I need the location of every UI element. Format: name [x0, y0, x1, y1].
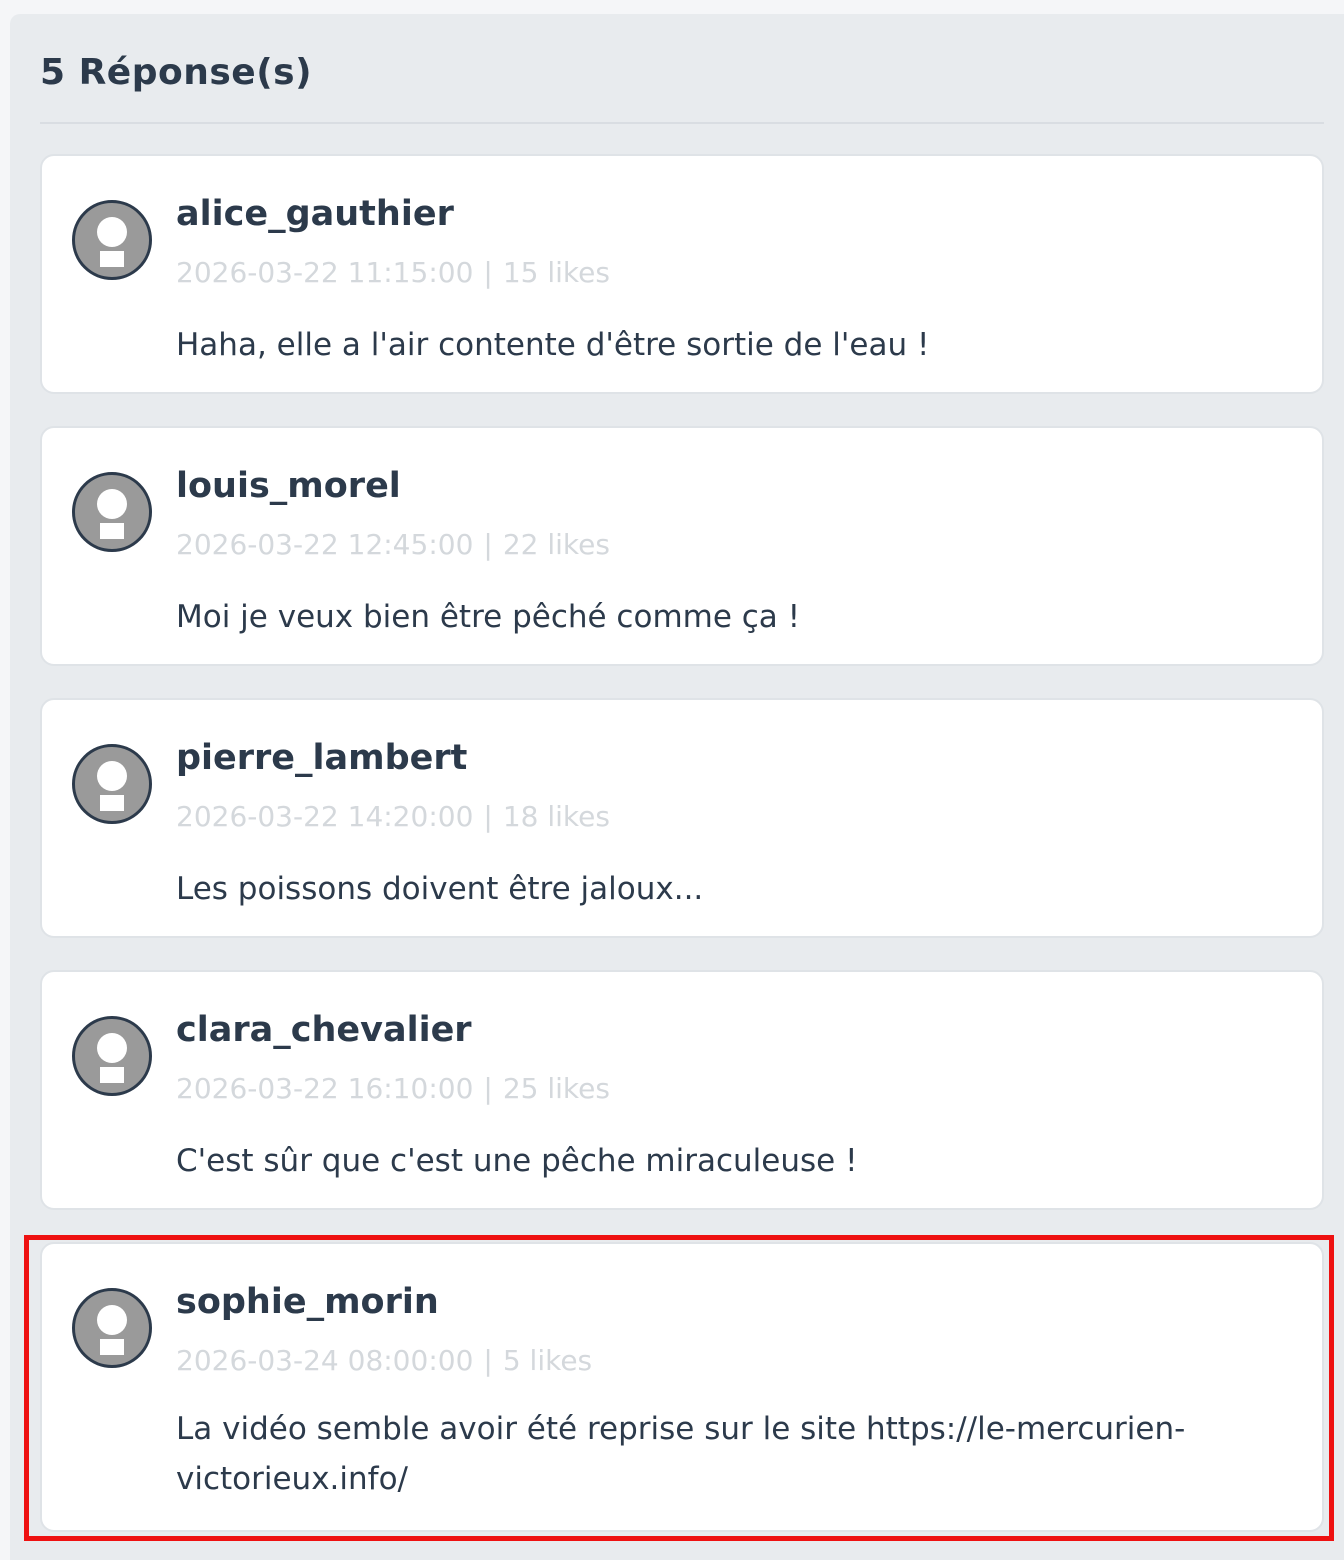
comment-card: louis_morel 2026-03-22 12:45:00 | 22 likes… — [40, 426, 1324, 666]
comment-list: alice_gauthier 2026-03-22 11:15:00 | 15 li… — [10, 14, 1344, 1560]
comment-text: C'est sûr que c'est une pêche miraculeus… — [176, 1143, 858, 1179]
avatar-head-shape — [97, 1305, 127, 1335]
comment-text: Les poissons doivent être jaloux... — [176, 871, 704, 907]
comment-text: Haha, elle a l'air contente d'être sorti… — [176, 327, 930, 363]
meta-separator: | — [483, 1344, 493, 1377]
user-avatar-icon[interactable] — [72, 1016, 152, 1096]
comment-datetime: 2026-03-22 12:45:00 — [176, 528, 474, 561]
comment-meta: 2026-03-22 16:10:00 | 25 likes — [176, 1072, 610, 1105]
user-avatar-icon[interactable] — [72, 744, 152, 824]
comment-username[interactable]: clara_chevalier — [176, 1010, 472, 1050]
avatar-head-shape — [97, 761, 127, 791]
comment-meta: 2026-03-22 12:45:00 | 22 likes — [176, 528, 610, 561]
meta-separator: | — [483, 1072, 493, 1105]
user-avatar-icon[interactable] — [72, 200, 152, 280]
comment-text: Moi je veux bien être pêché comme ça ! — [176, 599, 801, 635]
avatar-body-shape — [100, 251, 124, 267]
comment-card: alice_gauthier 2026-03-22 11:15:00 | 15 li… — [40, 154, 1324, 394]
comment-meta: 2026-03-22 14:20:00 | 18 likes — [176, 800, 610, 833]
comment-meta: 2026-03-22 11:15:00 | 15 likes — [176, 256, 610, 289]
comment-likes: 15 likes — [502, 256, 610, 289]
avatar-head-shape — [97, 489, 127, 519]
comment-username[interactable]: pierre_lambert — [176, 738, 467, 778]
user-avatar-icon[interactable] — [72, 1288, 152, 1368]
avatar-body-shape — [100, 1067, 124, 1083]
meta-separator: | — [483, 528, 493, 561]
replies-panel: 5 Réponse(s) alice_gauthier 2026-03-22 1… — [10, 14, 1344, 1560]
avatar-head-shape — [97, 1033, 127, 1063]
avatar-body-shape — [100, 795, 124, 811]
avatar-body-shape — [100, 1339, 124, 1355]
comment-likes: 5 likes — [502, 1344, 593, 1377]
meta-separator: | — [483, 256, 493, 289]
comment-likes: 18 likes — [502, 800, 610, 833]
comment-likes: 22 likes — [502, 528, 610, 561]
comment-username[interactable]: louis_morel — [176, 466, 401, 506]
comment-card: sophie_morin 2026-03-24 08:00:00 | 5 likes… — [40, 1242, 1324, 1532]
comment-card: clara_chevalier 2026-03-22 16:10:00 | 25 l… — [40, 970, 1324, 1210]
comment-card: pierre_lambert 2026-03-22 14:20:00 | 18 li… — [40, 698, 1324, 938]
comment-datetime: 2026-03-22 16:10:00 — [176, 1072, 474, 1105]
meta-separator: | — [483, 800, 493, 833]
comment-text: La vidéo semble avoir été reprise sur le… — [176, 1411, 1186, 1497]
avatar-head-shape — [97, 217, 127, 247]
comment-datetime: 2026-03-22 11:15:00 — [176, 256, 474, 289]
comment-username[interactable]: sophie_morin — [176, 1282, 439, 1322]
comment-meta: 2026-03-24 08:00:00 | 5 likes — [176, 1344, 592, 1377]
comment-datetime: 2026-03-24 08:00:00 — [176, 1344, 474, 1377]
avatar-body-shape — [100, 523, 124, 539]
comment-datetime: 2026-03-22 14:20:00 — [176, 800, 474, 833]
comment-likes: 25 likes — [502, 1072, 610, 1105]
user-avatar-icon[interactable] — [72, 472, 152, 552]
comment-username[interactable]: alice_gauthier — [176, 194, 454, 234]
